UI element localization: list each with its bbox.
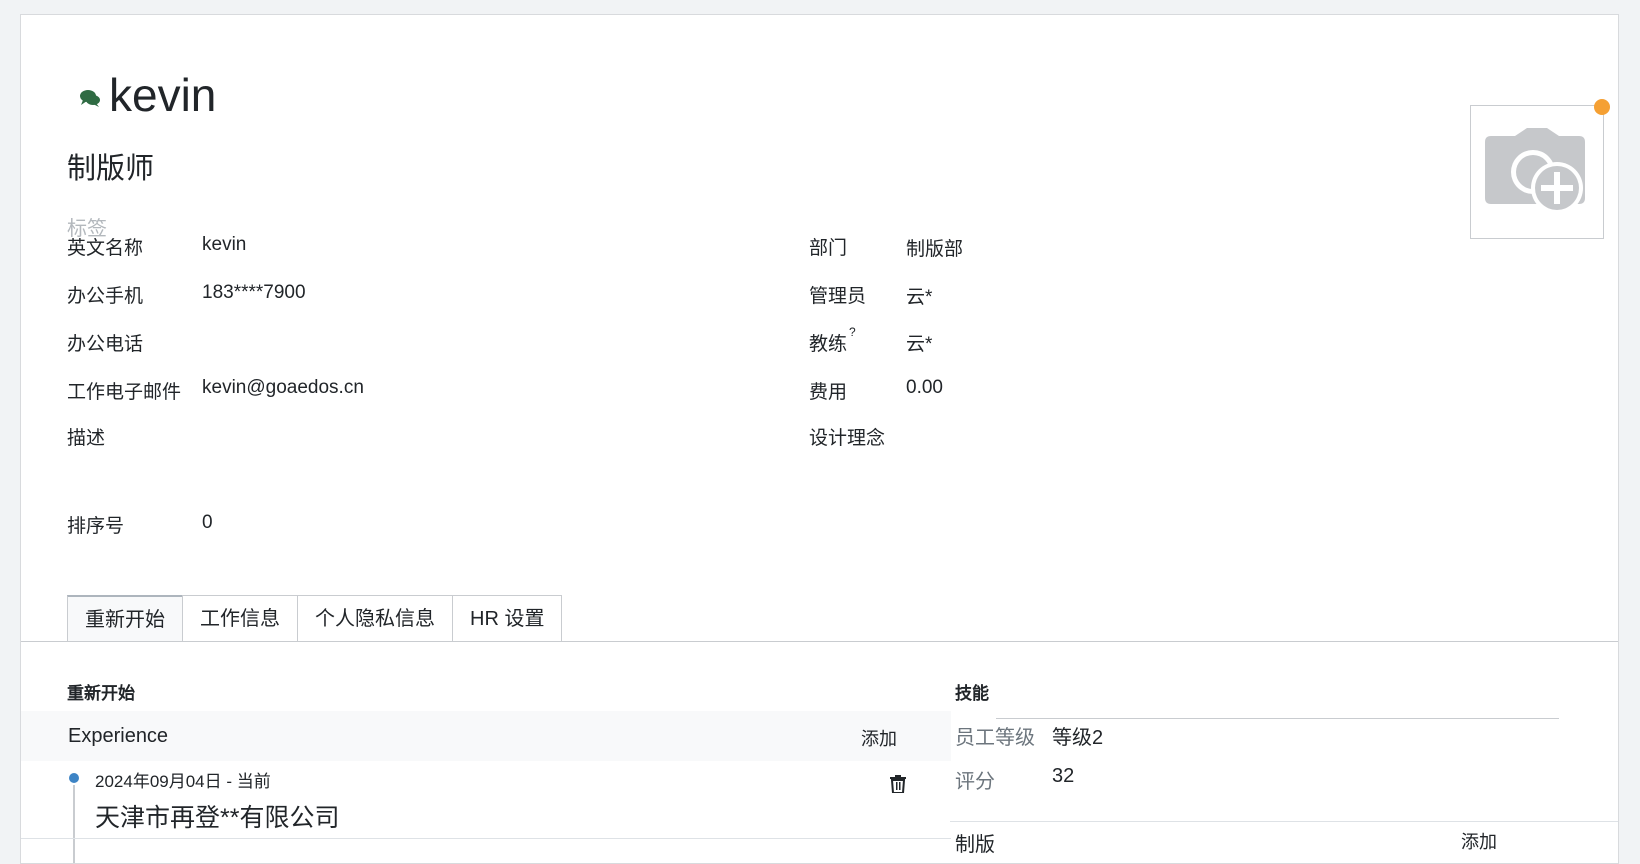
- timeline-dot: [69, 773, 79, 783]
- design-concept-label: 设计理念: [809, 428, 886, 449]
- job-title[interactable]: 制版师: [67, 145, 154, 187]
- add-skill-button[interactable]: 添加: [1461, 828, 1497, 854]
- chat-bubbles-icon[interactable]: [79, 88, 101, 108]
- english-name-label: 英文名称: [67, 238, 144, 259]
- experience-divider: [21, 838, 951, 839]
- tab-hr-settings[interactable]: HR 设置: [452, 595, 563, 642]
- tab-work-info[interactable]: 工作信息: [182, 595, 298, 642]
- employee-name[interactable]: kevin: [109, 67, 216, 123]
- design-concept-value[interactable]: [906, 423, 1466, 445]
- resume-entry-company[interactable]: 天津市再登**有限公司: [95, 798, 339, 834]
- experience-title: Experience: [68, 725, 169, 747]
- sequence-value[interactable]: 0: [202, 512, 213, 534]
- cost-value[interactable]: 0.00: [906, 377, 943, 399]
- office-phone-label: 办公电话: [67, 334, 144, 355]
- notebook-tabs: 重新开始 工作信息 个人隐私信息 HR 设置: [67, 595, 563, 642]
- camera-plus-icon: [1485, 128, 1585, 214]
- skill-level-value[interactable]: 等级2: [1052, 721, 1103, 750]
- skills-divider: [950, 821, 1618, 822]
- manager-label: 管理员: [809, 286, 867, 307]
- add-experience-button[interactable]: 添加: [861, 725, 897, 751]
- manager-value[interactable]: 云*: [906, 282, 932, 309]
- tab-divider: [21, 641, 1618, 642]
- tab-private-info[interactable]: 个人隐私信息: [297, 595, 453, 642]
- office-phone-value[interactable]: [202, 329, 762, 351]
- english-name-value[interactable]: kevin: [202, 234, 246, 256]
- department-value[interactable]: 制版部: [906, 234, 963, 261]
- coach-label-text: 教练: [809, 334, 848, 355]
- skills-underline: [996, 718, 1559, 719]
- coach-value[interactable]: 云*: [906, 329, 932, 356]
- resume-section-title: 重新开始: [67, 684, 135, 703]
- avatar-upload[interactable]: [1470, 105, 1604, 239]
- department-label: 部门: [809, 238, 848, 259]
- trash-icon[interactable]: [890, 775, 906, 793]
- coach-label: 教练?: [809, 325, 856, 356]
- skill-score-value[interactable]: 32: [1052, 765, 1074, 788]
- skill-level-label: 员工等级: [955, 727, 1035, 749]
- work-email-value[interactable]: kevin@goaedos.cn: [202, 377, 364, 399]
- description-label: 描述: [67, 428, 106, 449]
- timeline-line: [73, 785, 75, 863]
- employee-form-sheet: kevin 制版师 标签 英文名称 kevin 办公手机 183****7900…: [20, 14, 1619, 864]
- help-tooltip-icon[interactable]: ?: [849, 325, 856, 339]
- cost-label: 费用: [809, 382, 848, 403]
- resume-entry-date: 2024年09月04日 - 当前: [95, 772, 271, 791]
- skills-section-title: 技能: [955, 684, 989, 703]
- sequence-label: 排序号: [67, 516, 125, 537]
- tab-resume[interactable]: 重新开始: [67, 595, 183, 642]
- mobile-value[interactable]: 183****7900: [202, 282, 306, 304]
- skill-score-label: 评分: [955, 771, 995, 793]
- work-email-label: 工作电子邮件: [67, 382, 182, 403]
- status-indicator: [1594, 99, 1610, 115]
- skill-group-title: 制版: [955, 834, 995, 856]
- experience-group-header: Experience 添加: [21, 711, 951, 761]
- description-value[interactable]: [202, 423, 762, 445]
- title-row: kevin: [79, 67, 216, 123]
- mobile-label: 办公手机: [67, 286, 144, 307]
